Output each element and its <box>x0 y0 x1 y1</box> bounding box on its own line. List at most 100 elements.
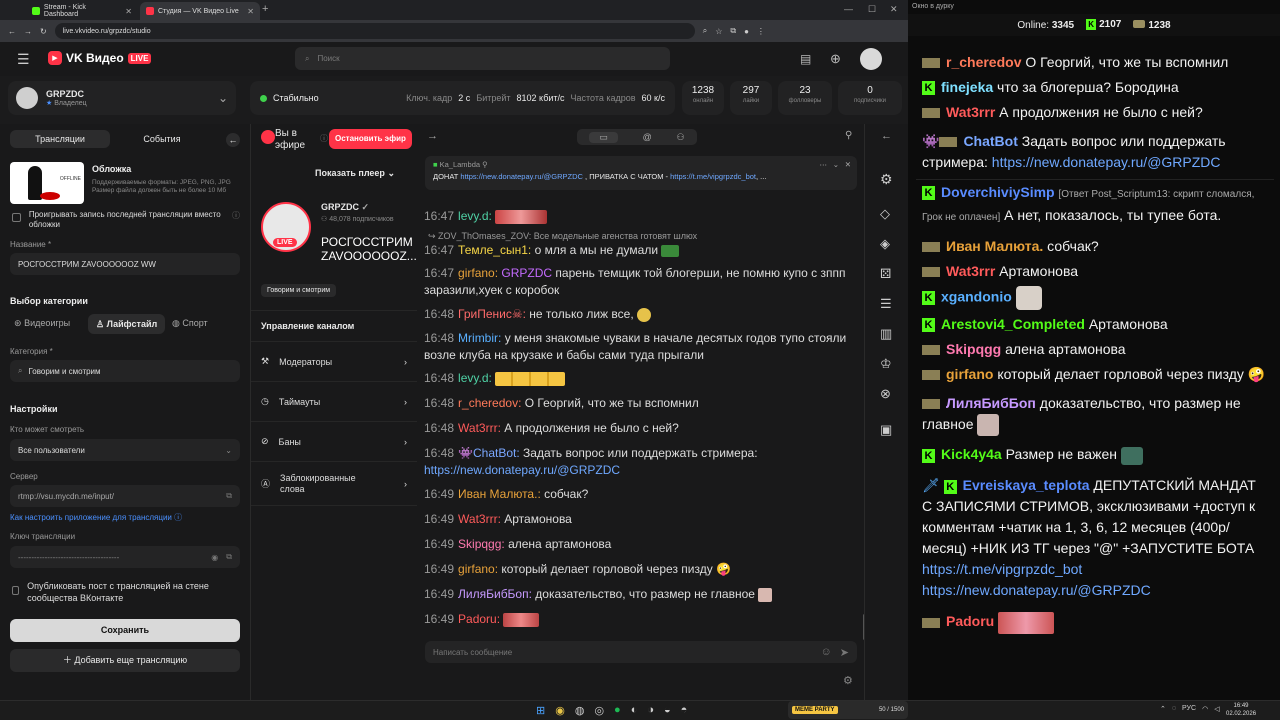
chat-message: 16:49 Skipqgg: алена артамонова <box>424 537 612 551</box>
info-icon[interactable]: ⓘ <box>320 133 328 144</box>
app-icon[interactable]: ◐ <box>631 704 638 717</box>
app-icon[interactable]: ◑ <box>647 704 654 717</box>
tab-kick-dashboard[interactable]: Stream - Kick Dashboard ✕ <box>26 2 138 20</box>
spotify-icon[interactable]: ● <box>614 704 621 717</box>
settings-icon[interactable]: ⚙ <box>843 674 853 687</box>
vk-badge-icon <box>1133 19 1146 28</box>
profile-icon[interactable]: ● <box>744 27 749 36</box>
tab-vk-studio[interactable]: Студия — VK Видео Live ✕ <box>140 2 260 20</box>
steam-icon[interactable]: ◎ <box>594 704 604 717</box>
stop-stream-button[interactable]: Остановить эфир <box>329 129 412 149</box>
menu-moderators[interactable]: ⚒ Модераторы › <box>251 342 417 382</box>
howto-link[interactable]: Как настроить приложение для трансляции … <box>10 512 182 523</box>
menu-timeouts[interactable]: ◷ Таймауты › <box>251 382 417 422</box>
add-stream-button[interactable]: ＋ Добавить еще трансляцию <box>10 649 240 672</box>
close-window-button[interactable]: ✕ <box>890 4 898 15</box>
obs-icon[interactable]: ◒ <box>664 704 671 717</box>
video-icon[interactable]: ▣ <box>880 422 892 438</box>
expand-chat-icon[interactable]: → <box>427 130 438 142</box>
smile-icon[interactable]: ☺ <box>821 646 832 658</box>
minimize-button[interactable]: — <box>844 4 853 14</box>
close-icon[interactable]: ✕ <box>845 160 851 169</box>
settings-icon[interactable]: ⚙ <box>880 171 893 188</box>
vk-logo[interactable]: ▶ VK Видео LIVE <box>48 51 152 65</box>
volume-icon[interactable]: ◁ <box>1214 705 1219 713</box>
hamburger-menu-icon[interactable]: ☰ <box>17 51 30 68</box>
who-can-watch-select[interactable]: Все пользователи ⌄ <box>10 439 240 461</box>
gem-icon[interactable]: ◈ <box>880 236 890 252</box>
server-field[interactable]: rtmp://vsu.mycdn.me/input/⧉ <box>10 485 240 507</box>
more-icon[interactable]: ⋯ <box>820 160 828 169</box>
stream-name-input[interactable]: РОСГОССТРИМ ZAVOOOOOOZ WW <box>10 253 240 275</box>
pin-small-icon: ⚲ <box>482 160 488 169</box>
channel-selector[interactable]: GRPZDC ★ Владелец ⌄ <box>8 81 236 115</box>
dice-icon[interactable]: ⚄ <box>880 266 891 282</box>
chat-message: 16:48 👾ChatBot: Задать вопрос или поддерж… <box>424 446 758 477</box>
pin-icon[interactable]: ⚲ <box>845 130 852 141</box>
save-button[interactable]: Сохранить <box>10 619 240 642</box>
replay-checkbox-row[interactable]: Проигрывать запись последней трансляции … <box>12 210 240 230</box>
url-field[interactable]: live.vkvideo.ru/grpzdc/studio <box>54 23 695 39</box>
copy-icon[interactable]: ⧉ <box>226 491 232 501</box>
info-icon[interactable]: ⓘ <box>232 210 240 230</box>
avatar[interactable] <box>860 48 882 70</box>
back-icon[interactable]: ← <box>8 27 16 36</box>
stats-icon[interactable]: ▥ <box>880 326 892 342</box>
menu-dots-icon[interactable]: ⋮ <box>757 27 765 36</box>
chat-ban-icon[interactable]: ⊗ <box>880 386 891 402</box>
at-mention-icon[interactable]: @ <box>643 132 652 142</box>
bookmark-star-icon[interactable]: ☆ <box>715 27 722 36</box>
emote <box>495 209 548 224</box>
emote <box>637 307 652 322</box>
app-icon[interactable]: ◍ <box>575 704 585 717</box>
tab-streams[interactable]: Трансляции <box>10 130 110 148</box>
tray-chevron-icon[interactable]: ⌃ <box>1160 705 1166 713</box>
chat-bubble-icon[interactable]: ▭ <box>589 131 618 143</box>
zoom-icon[interactable]: ⌕ <box>703 26 707 36</box>
maximize-button[interactable]: ☐ <box>868 4 876 15</box>
menu-blocked-words[interactable]: Ⓐ Заблокированные слова › <box>251 462 417 506</box>
wifi-icon[interactable]: ◠ <box>1202 705 1208 713</box>
replay-checkbox[interactable] <box>12 213 21 222</box>
add-icon[interactable]: ⊕ <box>830 51 841 67</box>
show-player-toggle[interactable]: Показать плеер ⌄ <box>315 168 395 179</box>
vk-badge-icon <box>922 58 940 69</box>
cover-thumbnail[interactable]: OFFLINE <box>10 162 84 204</box>
search-input[interactable]: ⌕ Поиск <box>295 47 670 70</box>
extensions-icon[interactable]: ⧉ <box>730 26 736 36</box>
send-icon[interactable]: ➤ <box>840 646 849 659</box>
collapse-left-icon[interactable]: ← <box>226 133 240 147</box>
stream-key-field[interactable]: -------------------------------------- ◉ ⧉ <box>10 546 240 568</box>
reload-icon[interactable]: ↻ <box>40 27 47 36</box>
tab-events[interactable]: События <box>118 130 206 148</box>
kick-badge-icon: K <box>922 318 935 333</box>
tray-app-icon[interactable]: ◌ <box>1172 705 1176 713</box>
eye-icon[interactable]: ◉ <box>211 553 218 562</box>
publish-checkbox[interactable] <box>12 586 20 595</box>
category-lifestyle[interactable]: ♙ Лайфстайл <box>88 314 166 334</box>
forward-icon[interactable]: → <box>24 27 32 36</box>
diamond-icon[interactable]: ◇ <box>880 206 890 222</box>
category-input[interactable]: ⌕ Говорим и смотрим <box>10 360 240 382</box>
studio-icon[interactable]: ▤ <box>800 52 811 66</box>
clock[interactable]: 16:49 02.02.2026 <box>1226 702 1256 718</box>
publish-checkbox-row[interactable]: Опубликовать пост с трансляцией на стене… <box>12 580 232 604</box>
chat-message: 16:48 Mrimbir: у меня знакомые чуваки в н… <box>424 331 847 362</box>
app-icon[interactable]: ◓ <box>681 704 688 717</box>
chevron-down-icon[interactable]: ⌄ <box>833 160 839 169</box>
copy-icon[interactable]: ⧉ <box>226 552 232 562</box>
trophy-icon[interactable]: ♔ <box>880 356 892 372</box>
list-icon[interactable]: ☰ <box>880 296 892 312</box>
category-games[interactable]: ⊛ Видеоигры <box>14 318 70 329</box>
chat-input[interactable]: Написать сообщение ☺ ➤ <box>425 641 857 663</box>
collapse-icon[interactable]: ← <box>881 130 892 142</box>
chrome-icon[interactable]: ◉ <box>555 704 565 717</box>
new-tab-button[interactable]: + <box>262 3 268 15</box>
close-tab-icon[interactable]: ✕ <box>247 7 254 16</box>
windows-start-icon[interactable]: ⊞ <box>536 704 545 717</box>
category-sport[interactable]: ◍ Спорт <box>172 318 208 329</box>
users-icon[interactable]: ⚇ <box>677 132 685 143</box>
close-tab-icon[interactable]: ✕ <box>125 7 132 16</box>
menu-bans[interactable]: ⊘ Баны › <box>251 422 417 462</box>
meme-party-widget[interactable]: MEME PARTY 50 / 1500 <box>788 701 908 719</box>
